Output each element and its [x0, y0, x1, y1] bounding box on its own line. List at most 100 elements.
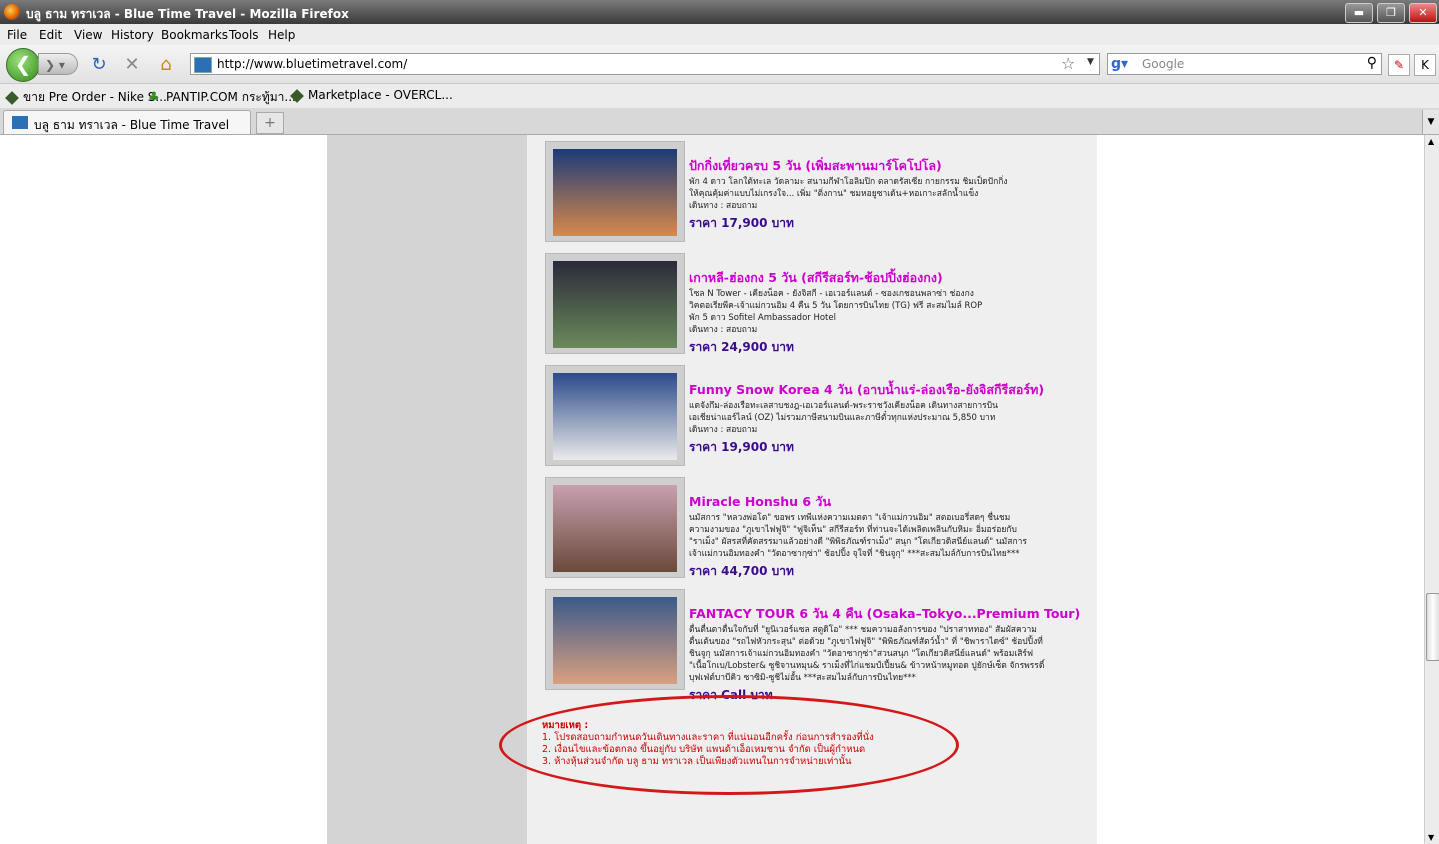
tour-thumbnail[interactable]	[545, 589, 685, 690]
desc-line: ความงามของ "ภูเขาไฟฟูจิ" "ฟูจิเท็น" สกีร…	[689, 525, 1017, 535]
forward-button[interactable]: ❯ ▾	[38, 53, 78, 75]
tab-favicon-icon	[12, 116, 28, 129]
tour-price: ราคา 19,900 บาท	[689, 440, 794, 454]
desc-line: ตื่นตื่นตาตื่นใจกับที่ "ยูนิเวอร์แซล สตู…	[689, 625, 1037, 635]
bookmark-item[interactable]: ขาย Pre Order - Nike S...	[5, 88, 167, 107]
cactus-icon: ♣	[148, 89, 160, 105]
url-text: http://www.bluetimetravel.com/	[217, 57, 408, 71]
url-bar[interactable]: http://www.bluetimetravel.com/ ☆ ▼	[190, 53, 1100, 75]
search-placeholder: Google	[1142, 57, 1185, 71]
desc-line: นมัสการ "หลวงพ่อโต" ขอพร เทพีแห่งความเมต…	[689, 513, 1011, 523]
menu-bar: File Edit View History Bookmarks Tools H…	[0, 24, 1439, 45]
tour-thumbnail[interactable]	[545, 365, 685, 466]
desc-line: วิคตอเรียพีค-เจ้าแม่กวนอิม 4 คืน 5 วัน โ…	[689, 301, 983, 311]
tour-list: ปักกิ่งเที่ยวครบ 5 วัน (เพิ่มสะพานมาร์โค…	[499, 135, 1097, 844]
tab-list-icon[interactable]: ▼	[1422, 110, 1439, 134]
close-button[interactable]: ✕	[1409, 3, 1437, 23]
window-title: บลู ธาม ทราเวล - Blue Time Travel - Mozi…	[26, 7, 349, 21]
desc-line: เดินทาง : สอบถาม	[689, 425, 758, 435]
tab-active[interactable]: บลู ธาม ทราเวล - Blue Time Travel	[3, 110, 251, 134]
menu-view[interactable]: View	[74, 28, 102, 42]
tour-description: นมัสการ "หลวงพ่อโต" ขอพร เทพีแห่งความเมต…	[689, 512, 1089, 560]
url-dropdown-icon[interactable]: ▼	[1087, 57, 1094, 67]
new-tab-button[interactable]: +	[256, 112, 284, 134]
tour-price: ราคา 44,700 บาท	[689, 564, 794, 578]
tour-photo	[553, 261, 677, 348]
desc-line: ให้คุณคุ้มค่าแบบไม่เกรงใจ... เพิ่ม "ติ่ง…	[689, 189, 979, 199]
tour-description: ตื่นตื่นตาตื่นใจกับที่ "ยูนิเวอร์แซล สตู…	[689, 624, 1089, 684]
menu-tools[interactable]: Tools	[229, 28, 259, 42]
bookmark-favicon-icon	[5, 90, 19, 105]
desc-line: เดินทาง : สอบถาม	[689, 201, 758, 211]
reload-icon[interactable]: ↻	[88, 54, 110, 76]
bookmark-label: ขาย Pre Order - Nike S...	[23, 90, 167, 104]
desc-line: "เนื้อโกเบ/Lobster& ซูชิจานหมุน& ราเม็งท…	[689, 661, 1045, 671]
desc-line: ชินจูกุ นมัสการเจ้าแม่กวนอิมทองคำ "วัดอา…	[689, 649, 1034, 659]
menu-edit[interactable]: Edit	[39, 28, 62, 42]
tour-photo	[553, 597, 677, 684]
search-bar[interactable]: g▾ Google ⚲	[1107, 53, 1382, 75]
site-favicon-icon	[194, 57, 212, 73]
stop-icon[interactable]: ✕	[121, 54, 143, 76]
home-icon[interactable]: ⌂	[155, 54, 177, 76]
desc-line: บุฟเฟ่ต์บาบีคิว ซาซิมิ-ซูชิไม่อั้น ***สะ…	[689, 673, 916, 683]
tab-bar: บลู ธาม ทราเวล - Blue Time Travel + ▼	[0, 108, 1439, 135]
tour-description: พัก 4 ดาว โลกใต้ทะเล วัดลามะ สนามกีฬาโอล…	[689, 176, 1089, 212]
tour-photo	[553, 373, 677, 460]
bookmark-item[interactable]: Marketplace - OVERCL...	[290, 88, 453, 103]
desc-line: "ราเม็ง" ผัสรสที่คัดสรรมาแล้วอย่างดี "พิ…	[689, 537, 1027, 547]
tour-thumbnail[interactable]	[545, 253, 685, 354]
scrollbar-thumb[interactable]	[1426, 593, 1439, 661]
tour-title[interactable]: Funny Snow Korea 4 วัน (อาบน้ำแร่-ล่องเร…	[689, 380, 1089, 400]
bookmarks-toolbar: ขาย Pre Order - Nike S... ♣ PANTIP.COM กร…	[0, 84, 1439, 109]
desc-line: ตื่นเต้นของ "รถไฟหัวกระสุน" ต่อด้วย "ภูเ…	[689, 637, 1043, 647]
menu-bookmarks[interactable]: Bookmarks	[161, 28, 228, 42]
desc-line: พัก 5 ดาว Sofitel Ambassador Hotel	[689, 313, 836, 323]
desc-line: พัก 4 ดาว โลกใต้ทะเล วัดลามะ สนามกีฬาโอล…	[689, 177, 1008, 187]
search-icon[interactable]: ⚲	[1367, 55, 1377, 71]
tour-price: ราคา 17,900 บาท	[689, 216, 794, 230]
tour-thumbnail[interactable]	[545, 141, 685, 242]
remarks-heading: หมายเหตุ :	[542, 720, 589, 731]
vertical-scrollbar[interactable]: ▲ ▼	[1424, 135, 1439, 844]
bookmark-item[interactable]: ♣ PANTIP.COM กระทู้มา...	[148, 88, 296, 107]
left-margin-panel	[327, 135, 527, 844]
bookmark-favicon-icon	[290, 88, 304, 103]
navigation-toolbar: ❮ ❯ ▾ ↻ ✕ ⌂ http://www.bluetimetravel.co…	[0, 45, 1439, 84]
tour-title[interactable]: Miracle Honshu 6 วัน	[689, 492, 1089, 512]
remark-line: 3. ห้างหุ้นส่วนจำกัด บลู ธาม ทราเวล เป็น…	[542, 756, 852, 767]
desc-line: เจ้าแม่กวนอิมทองคำ "วัดอาซากุซ่า" ช้อปปิ…	[689, 549, 1020, 559]
menu-help[interactable]: Help	[268, 28, 295, 42]
bookmark-label: Marketplace - OVERCL...	[308, 88, 453, 102]
menu-history[interactable]: History	[111, 28, 154, 42]
desc-line: เดินทาง : สอบถาม	[689, 325, 758, 335]
desc-line: โซล N Tower - เคียงน็อค - ยังจิสกี - เอเ…	[689, 289, 974, 299]
minimize-button[interactable]: ▬	[1345, 3, 1373, 23]
tour-title[interactable]: เกาหลี-ฮ่องกง 5 วัน (สกีรีสอร์ท-ช้อปปิ้ง…	[689, 268, 1089, 288]
tour-thumbnail[interactable]	[545, 477, 685, 578]
addon-icon[interactable]: ✎	[1388, 54, 1410, 76]
window-titlebar: บลู ธาม ทราเวล - Blue Time Travel - Mozi…	[0, 0, 1439, 24]
restore-button[interactable]: ❐	[1377, 3, 1405, 23]
menu-file[interactable]: File	[7, 28, 27, 42]
tour-title[interactable]: FANTACY TOUR 6 วัน 4 คืน (Osaka–Tokyo...…	[689, 604, 1089, 624]
scroll-up-icon[interactable]: ▲	[1428, 137, 1434, 146]
back-button[interactable]: ❮	[6, 48, 40, 82]
addon-k-icon[interactable]: K	[1414, 54, 1436, 76]
remark-line: 2. เงื่อนไขและข้อตกลง ขึ้นอยู่กับ บริษัท…	[542, 744, 866, 755]
tour-title[interactable]: ปักกิ่งเที่ยวครบ 5 วัน (เพิ่มสะพานมาร์โค…	[689, 156, 1089, 176]
tour-photo	[553, 485, 677, 572]
tour-photo	[553, 149, 677, 236]
tour-description: แดจังกึม-ล่องเรือทะเลสาบชงฎ-เอเวอร์แลนด์…	[689, 400, 1089, 436]
remark-line: 1. โปรดสอบถามกำหนดวันเดินทางและราคา ที่แ…	[542, 732, 874, 743]
desc-line: แดจังกึม-ล่องเรือทะเลสาบชงฎ-เอเวอร์แลนด์…	[689, 401, 998, 411]
desc-line: เอเชียน่าแอร์ไลน์ (OZ) ไม่รวมภาษีสนามบิน…	[689, 413, 996, 423]
tab-label: บลู ธาม ทราเวล - Blue Time Travel	[34, 118, 230, 132]
firefox-icon	[4, 4, 20, 20]
google-engine-icon[interactable]: g▾	[1111, 56, 1128, 72]
scroll-down-icon[interactable]: ▼	[1428, 833, 1434, 842]
remarks-section: หมายเหตุ : 1. โปรดสอบถามกำหนดวันเดินทางแ…	[542, 720, 962, 768]
bookmark-star-icon[interactable]: ☆	[1061, 54, 1075, 73]
tour-description: โซล N Tower - เคียงน็อค - ยังจิสกี - เอเ…	[689, 288, 1089, 336]
page-viewport: ปักกิ่งเที่ยวครบ 5 วัน (เพิ่มสะพานมาร์โค…	[0, 135, 1424, 844]
